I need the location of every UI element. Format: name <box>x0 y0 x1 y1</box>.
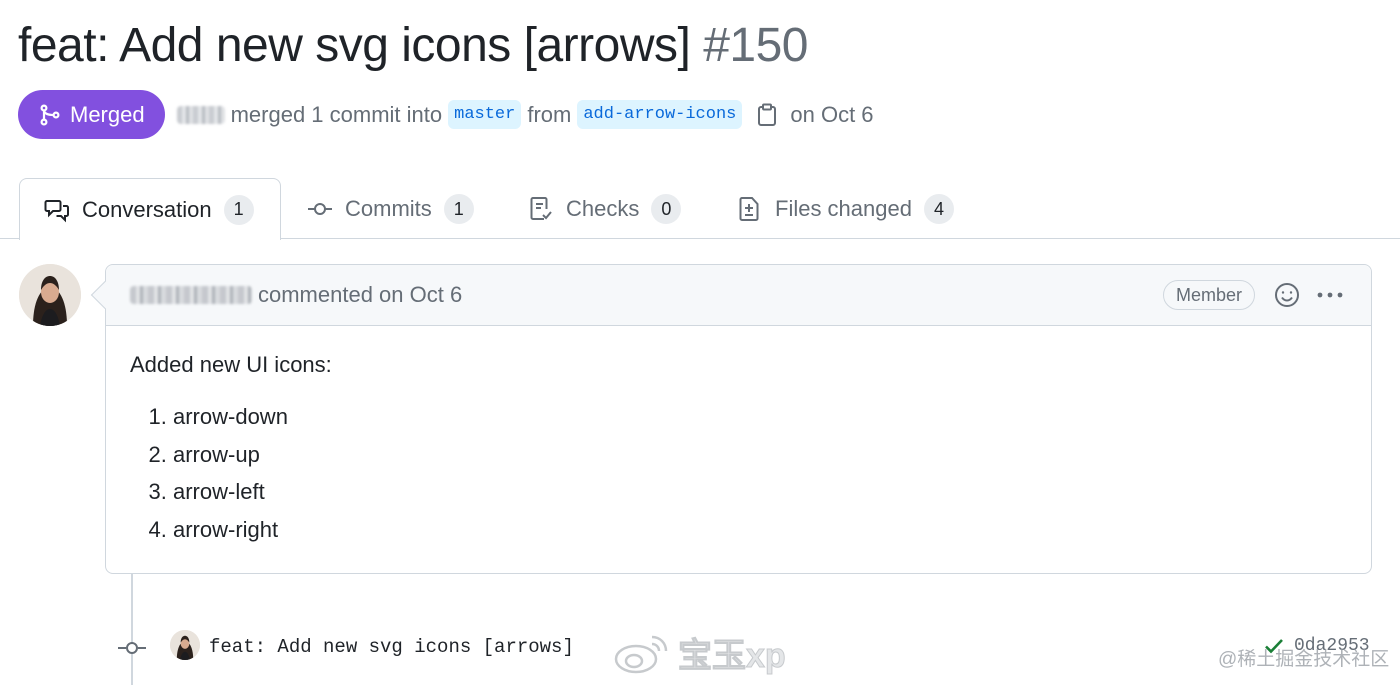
timeline-line <box>131 574 133 685</box>
tab-commits[interactable]: Commits 1 <box>307 178 474 240</box>
tab-commits-label: Commits <box>345 196 432 221</box>
copy-icon[interactable] <box>756 103 778 127</box>
tab-files-changed[interactable]: Files changed 4 <box>737 178 954 240</box>
head-branch[interactable]: add-arrow-icons <box>577 100 743 129</box>
weibo-watermark: 宝玉xp <box>612 628 786 677</box>
pr-title: feat: Add new svg icons [arrows] #150 <box>18 18 808 73</box>
member-role-badge: Member <box>1162 280 1255 310</box>
commenter-avatar[interactable] <box>19 264 81 326</box>
commit-author-avatar[interactable] <box>170 630 200 660</box>
file-diff-icon <box>739 197 759 221</box>
git-commit-node-icon <box>118 642 146 654</box>
comment-discussion-icon <box>44 199 69 222</box>
git-merge-icon <box>40 103 60 126</box>
comment-action[interactable]: commented on Oct 6 <box>258 282 462 308</box>
commenter-username-redacted[interactable] <box>130 286 252 304</box>
avatar-portrait <box>19 264 81 326</box>
comment-body: Added new UI icons: arrow-down arrow-up … <box>106 326 1371 572</box>
base-branch[interactable]: master <box>448 100 522 129</box>
from-text: from <box>527 101 572 127</box>
merged-status-label: Merged <box>70 101 145 127</box>
list-item: arrow-down <box>173 398 1347 436</box>
tab-conversation-count: 1 <box>223 194 254 225</box>
list-item: arrow-right <box>173 511 1347 549</box>
juejin-watermark: @稀土掘金技术社区 <box>1218 649 1390 670</box>
pr-tabs: Conversation 1 Commits 1 Checks 0 Files … <box>0 178 1400 240</box>
pr-meta: Merged merged 1 commit into master from … <box>18 90 874 139</box>
tab-files-changed-label: Files changed <box>775 196 912 221</box>
git-commit-icon <box>308 203 332 215</box>
pr-number: #150 <box>703 19 808 72</box>
tab-files-changed-count: 4 <box>923 194 954 224</box>
tab-conversation[interactable]: Conversation 1 <box>19 178 281 240</box>
merged-text: merged 1 commit into <box>230 101 443 127</box>
tab-checks[interactable]: Checks 0 <box>528 178 682 240</box>
comment-header: commented on Oct 6 Member <box>106 265 1371 326</box>
commit-message-link[interactable]: feat: Add new svg icons [arrows] <box>209 636 574 658</box>
merged-status-badge: Merged <box>18 90 165 139</box>
tab-checks-count: 0 <box>651 194 682 224</box>
icon-list: arrow-down arrow-up arrow-left arrow-rig… <box>130 398 1347 548</box>
tab-conversation-label: Conversation <box>82 196 212 222</box>
list-item: arrow-up <box>173 436 1347 474</box>
more-options-icon[interactable] <box>1315 283 1345 307</box>
tab-checks-label: Checks <box>566 196 640 221</box>
checklist-icon <box>530 197 552 220</box>
tab-commits-count: 1 <box>443 194 474 224</box>
author-username-redacted[interactable] <box>176 105 225 124</box>
add-reaction-icon[interactable] <box>1273 281 1301 309</box>
pr-title-text: feat: Add new svg icons [arrows] <box>18 19 691 72</box>
comment-intro: Added new UI icons: <box>130 352 332 377</box>
weibo-watermark-text: 宝玉xp <box>678 637 787 676</box>
comment-card: commented on Oct 6 Member Added new UI i… <box>90 264 1372 574</box>
merge-date: on Oct 6 <box>790 101 874 127</box>
commit-avatar-portrait <box>170 630 200 660</box>
list-item: arrow-left <box>173 473 1347 511</box>
weibo-logo-icon <box>614 635 668 673</box>
